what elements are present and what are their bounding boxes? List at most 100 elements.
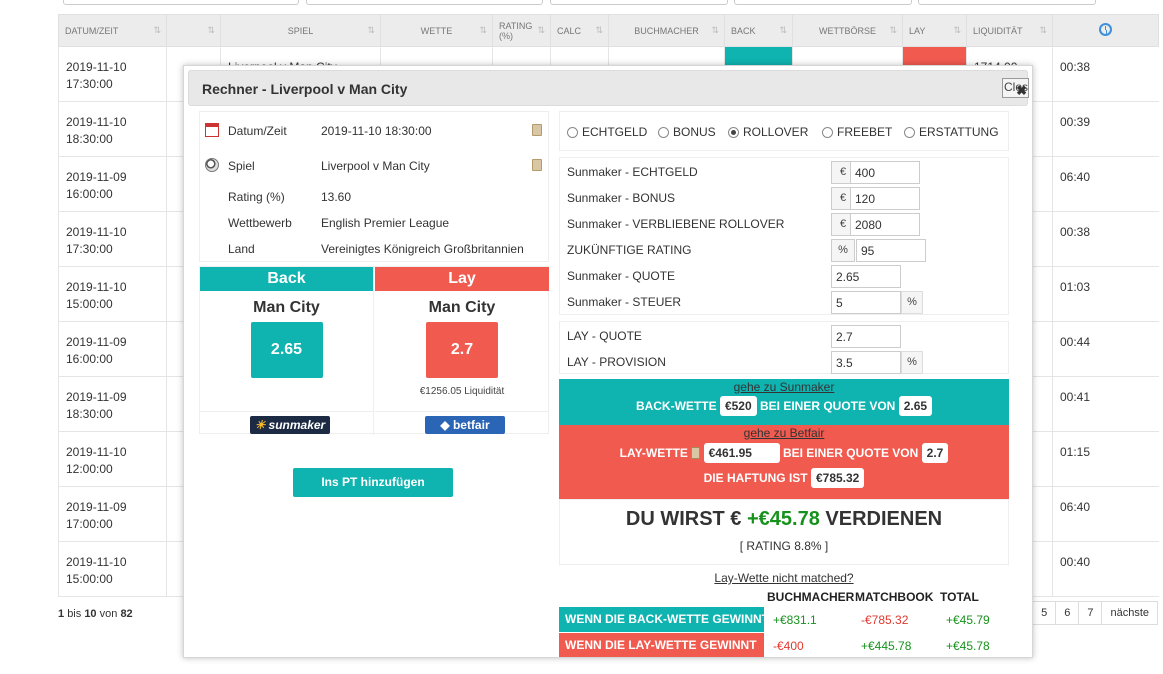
add-to-pt-button[interactable]: Ins PT hinzufügen	[293, 468, 453, 497]
lay-stake-value: €461.95	[703, 443, 780, 463]
filter-input[interactable]	[918, 0, 1096, 5]
match-info-panel: Datum/Zeit 2019-11-10 18:30:00 Spiel Liv…	[199, 111, 549, 262]
info-row-land: Land Vereinigtes Königreich Großbritanni…	[228, 242, 524, 256]
filter-input[interactable]	[306, 0, 543, 5]
lay-liquidity: €1256.05 Liquidität	[419, 386, 505, 397]
rollover-input[interactable]: 2080	[850, 213, 920, 236]
field-row: Sunmaker - STEUER 5 %	[560, 288, 1008, 314]
col-header-buchmacher[interactable]: BUCHMACHER ⇅	[608, 14, 725, 47]
filter-input[interactable]	[550, 0, 728, 5]
lay-fields: LAY - QUOTE 2.7 LAY - PROVISION 3.5 %	[559, 321, 1009, 374]
cell-time: 01:03	[1052, 266, 1159, 322]
future-rating-input[interactable]: 95	[856, 239, 926, 262]
summary-header-exchange: MATCHBOOK	[855, 590, 934, 604]
col-header-spiel[interactable]: SPIEL ⇅	[220, 14, 381, 47]
tax-input[interactable]: 5	[831, 291, 901, 314]
col-header-wettboerse[interactable]: WETTBÖRSE ⇅	[792, 14, 903, 47]
cell-datetime: 2019-11-10 15:00:00	[58, 541, 167, 597]
lay-not-matched-link[interactable]: Lay-Wette nicht matched?	[559, 571, 1009, 585]
lay-result-panel: gehe zu Betfair LAY-WETTE €461.95 BEI EI…	[559, 425, 1009, 499]
copy-icon[interactable]	[532, 124, 542, 136]
radio-icon	[658, 127, 669, 138]
sort-icon: ⇅	[153, 25, 160, 35]
lay-header: Lay	[375, 267, 549, 291]
cell-datetime: 2019-11-09 18:30:00	[58, 376, 167, 432]
close-icon[interactable]: ✖	[1016, 83, 1027, 99]
clipboard-icon[interactable]	[691, 447, 701, 459]
page-6-button[interactable]: 6	[1055, 601, 1080, 625]
profit-verdict: DU WIRST € +€45.78 VERDIENEN [ RATING 8.…	[559, 499, 1009, 565]
mode-radio-freebet[interactable]: FREEBET	[822, 125, 892, 139]
info-row-datetime: Datum/Zeit 2019-11-10 18:30:00	[200, 122, 550, 142]
field-row: Sunmaker - QUOTE 2.65	[560, 262, 1008, 288]
cell-time: 00:41	[1052, 376, 1159, 432]
cell-time: 06:40	[1052, 156, 1159, 212]
radio-icon	[567, 127, 578, 138]
cell-time: 06:40	[1052, 486, 1159, 542]
back-stake-value: €520	[719, 396, 757, 416]
commission-input[interactable]: 3.5	[831, 351, 901, 374]
filter-input[interactable]	[63, 0, 299, 5]
next-page-button[interactable]: nächste	[1101, 601, 1158, 625]
col-header-calc[interactable]: CALC ⇅	[550, 14, 609, 47]
cell-datetime: 2019-11-10 15:00:00	[58, 266, 167, 322]
back-team: Man City	[253, 299, 320, 316]
cell-time: 00:39	[1052, 101, 1159, 157]
lay-odds-input[interactable]: 2.7	[831, 325, 901, 348]
summary-header-bookie: BUCHMACHER	[767, 590, 855, 604]
echtgeld-input[interactable]: 400	[850, 161, 920, 184]
back-odds-button[interactable]: 2.65	[250, 322, 323, 378]
goto-sunmaker-link[interactable]: gehe zu Sunmaker	[734, 380, 835, 394]
field-row: ZUKÜNFTIGE RATING % 95	[560, 236, 1008, 262]
copy-icon[interactable]	[532, 159, 542, 171]
summary-header-total: TOTAL	[940, 590, 979, 604]
col-header-back[interactable]: BACK ⇅	[724, 14, 793, 47]
mode-radio-erstattung[interactable]: ERSTATTUNG	[904, 125, 999, 139]
mode-radio-echtgeld[interactable]: ECHTGELD	[567, 125, 647, 139]
sort-icon: ⇅	[779, 25, 786, 35]
clock-icon	[1099, 23, 1112, 36]
radio-icon	[822, 127, 833, 138]
sort-icon: ⇅	[595, 25, 602, 35]
betfair-logo[interactable]: ◆ betfair	[425, 416, 505, 434]
col-header-lay[interactable]: LAY ⇅	[902, 14, 967, 47]
info-row-wettbewerb: Wettbewerb English Premier League	[228, 216, 450, 230]
lay-team: Man City	[428, 299, 496, 316]
calendar-icon	[205, 123, 219, 137]
back-header: Back	[200, 267, 373, 291]
cell-datetime: 2019-11-10 17:30:00	[58, 211, 167, 267]
info-row-spiel: Spiel Liverpool v Man City	[200, 157, 550, 177]
sort-icon: ⇅	[537, 25, 544, 35]
summary-row-lay-wins: WENN DIE LAY-WETTE GEWINNT -€400 +€445.7…	[559, 633, 1009, 657]
back-result-panel: gehe zu Sunmaker BACK-WETTE €520 BEI EIN…	[559, 379, 1009, 425]
bonus-input[interactable]: 120	[850, 187, 920, 210]
col-header-liquiditaet[interactable]: LIQUIDITÄT ⇅	[966, 14, 1053, 47]
radio-selected-icon	[728, 127, 739, 138]
mode-radio-bonus[interactable]: BONUS	[658, 125, 716, 139]
cell-time: 00:40	[1052, 541, 1159, 597]
sort-icon: ⇅	[367, 25, 374, 35]
lay-odds-button[interactable]: 2.7	[426, 322, 498, 378]
cell-datetime: 2019-11-10 12:00:00	[58, 431, 167, 487]
col-header-wette[interactable]: WETTE ⇅	[380, 14, 493, 47]
goto-betfair-link[interactable]: gehe zu Betfair	[744, 426, 825, 440]
page-5-button[interactable]: 5	[1032, 601, 1057, 625]
back-odds-input[interactable]: 2.65	[831, 265, 901, 288]
rating-text: [ RATING 8.8% ]	[739, 539, 829, 553]
col-header-rating[interactable]: RATING (%) ⇅	[492, 14, 551, 47]
col-header-time[interactable]	[1052, 14, 1159, 47]
modal-title: Rechner - Liverpool v Man City	[202, 81, 408, 97]
football-icon	[205, 158, 219, 172]
mode-radio-rollover[interactable]: ROLLOVER	[728, 125, 808, 139]
col-header-datetime[interactable]: DATUM/ZEIT ⇅	[58, 14, 167, 47]
page-7-button[interactable]: 7	[1078, 601, 1103, 625]
sunmaker-logo[interactable]: ☀ sunmaker	[250, 416, 330, 434]
col-header-blank[interactable]: ⇅	[166, 14, 221, 47]
filter-input[interactable]	[734, 0, 912, 5]
info-row-rating: Rating (%) 13.60	[228, 190, 352, 204]
field-row: Sunmaker - VERBLIEBENE ROLLOVER € 2080	[560, 210, 1008, 236]
table-header-row: DATUM/ZEIT ⇅ ⇅ SPIEL ⇅ WETTE ⇅ RATING (%) ⇅ …	[58, 14, 1159, 47]
summary-row-back-wins: WENN DIE BACK-WETTE GEWINNT +€831.1 -€78…	[559, 607, 1009, 632]
cell-datetime: 2019-11-09 17:00:00	[58, 486, 167, 542]
bookie-fields: Sunmaker - ECHTGELD € 400 Sunmaker - BON…	[559, 157, 1009, 315]
